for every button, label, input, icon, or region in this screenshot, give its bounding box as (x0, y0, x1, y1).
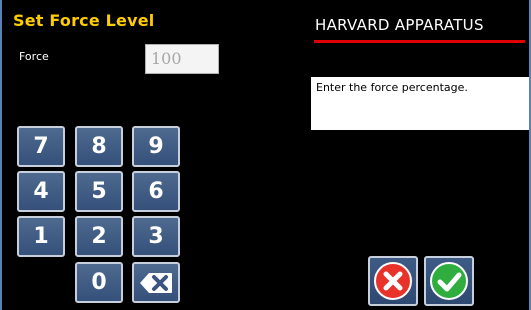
key-3[interactable]: 3 (132, 216, 180, 257)
cancel-button[interactable] (368, 256, 418, 306)
key-6[interactable]: 6 (132, 171, 180, 212)
page-title: Set Force Level (13, 11, 155, 30)
backspace-icon (140, 272, 172, 293)
backspace-key[interactable] (132, 262, 180, 303)
force-input[interactable]: 100 (145, 44, 219, 74)
brand-underline (314, 40, 525, 43)
confirm-icon (430, 262, 468, 300)
screen-left-edge (0, 0, 2, 310)
key-2[interactable]: 2 (75, 216, 123, 257)
screen: Set Force Level HARVARD APPARATUS Force … (0, 0, 531, 310)
confirm-button[interactable] (424, 256, 474, 306)
key-4[interactable]: 4 (17, 171, 65, 212)
brand-name: HARVARD APPARATUS (315, 16, 484, 34)
key-7[interactable]: 7 (17, 126, 65, 167)
key-9[interactable]: 9 (132, 126, 180, 167)
key-1[interactable]: 1 (17, 216, 65, 257)
key-8[interactable]: 8 (75, 126, 123, 167)
instruction-message: Enter the force percentage. (311, 77, 529, 130)
key-5[interactable]: 5 (75, 171, 123, 212)
key-0[interactable]: 0 (75, 262, 123, 303)
cancel-icon (374, 262, 412, 300)
force-label: Force (19, 50, 49, 63)
